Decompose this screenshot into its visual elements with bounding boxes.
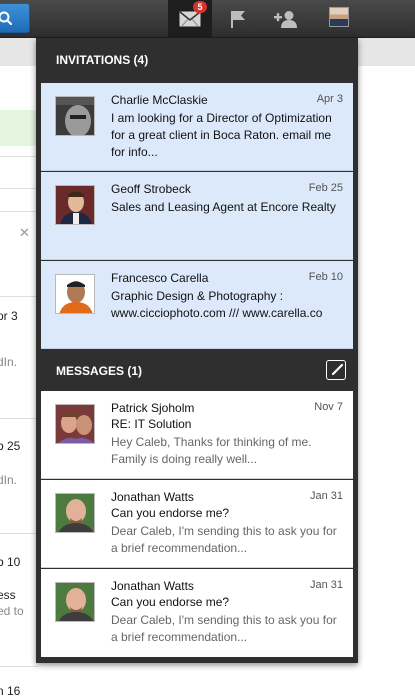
divider: [0, 418, 38, 419]
avatar: [55, 96, 95, 136]
avatar: [55, 185, 95, 225]
divider: [0, 211, 38, 212]
nav-messages[interactable]: 5: [168, 0, 212, 37]
messages-list: Patrick Sjoholm Nov 7 RE: IT Solution He…: [41, 391, 353, 657]
item-date: Jan 31: [309, 579, 343, 591]
message-snippet: Hey Caleb, Thanks for thinking of me. Fa…: [111, 435, 312, 466]
sender-name: Jonathan Watts: [111, 579, 194, 593]
search-button[interactable]: [0, 3, 30, 33]
message-snippet: Dear Caleb, I'm sending this to ask you …: [111, 524, 337, 555]
item-date: Feb 10: [308, 271, 343, 283]
item-date: Nov 7: [314, 401, 343, 413]
invitation-text: Sales and Leasing Agent at Encore Realty: [111, 200, 336, 214]
avatar: [55, 493, 95, 533]
close-icon[interactable]: ✕: [19, 225, 30, 241]
sender-name: Geoff Strobeck: [111, 182, 191, 196]
invitation-item[interactable]: Charlie McClaskie Apr 3 I am looking for…: [41, 83, 353, 171]
item-date: Jan 31: [309, 490, 343, 502]
background-date: n 16: [0, 684, 21, 698]
message-subject: RE: IT Solution: [111, 417, 192, 431]
message-item[interactable]: Jonathan Watts Jan 31 Can you endorse me…: [41, 569, 353, 657]
sender-name: Jonathan Watts: [111, 490, 194, 504]
messages-header: MESSAGES (1): [36, 349, 358, 393]
profile-avatar[interactable]: [329, 7, 349, 27]
invitation-item[interactable]: Geoff Strobeck Feb 25 Sales and Leasing …: [41, 172, 353, 260]
invitation-item[interactable]: Francesco Carella Feb 10 Graphic Design …: [41, 261, 353, 349]
message-item[interactable]: Jonathan Watts Jan 31 Can you endorse me…: [41, 480, 353, 568]
divider: [0, 188, 38, 189]
avatar: [55, 404, 95, 444]
compose-icon: [331, 363, 344, 376]
divider: [0, 666, 38, 667]
divider: [0, 533, 38, 534]
invitation-text: I am looking for a Director of Optimizat…: [111, 111, 332, 159]
sender-name: Francesco Carella: [111, 271, 209, 285]
invitations-header: INVITATIONS (4): [36, 38, 358, 82]
invitations-title: INVITATIONS (4): [56, 53, 149, 67]
background-text: dIn.: [0, 355, 18, 369]
avatar: [55, 582, 95, 622]
background-text: ed to: [0, 604, 24, 618]
sender-name: Patrick Sjoholm: [111, 401, 195, 415]
background-text: ess: [0, 588, 16, 602]
add-connection-icon: [274, 10, 297, 28]
divider: [0, 296, 38, 297]
background-date: b 10: [0, 555, 21, 569]
message-snippet: Dear Caleb, I'm sending this to ask you …: [111, 613, 337, 644]
invitation-text: Graphic Design & Photography : www.cicci…: [111, 289, 323, 320]
messages-title: MESSAGES (1): [56, 364, 143, 378]
top-navigation-bar: 5: [0, 0, 415, 38]
background-text: dIn.: [0, 473, 18, 487]
background-date: b 25: [0, 439, 21, 453]
compose-message-button[interactable]: [326, 360, 346, 380]
flag-icon: [231, 10, 245, 28]
nav-notifications[interactable]: [216, 0, 260, 37]
nav-add-connections[interactable]: [264, 0, 308, 37]
messages-count-badge: 5: [193, 1, 207, 13]
avatar: [55, 274, 95, 314]
background-notice: [0, 110, 40, 146]
message-item[interactable]: Patrick Sjoholm Nov 7 RE: IT Solution He…: [41, 391, 353, 479]
divider: [0, 156, 38, 157]
sender-name: Charlie McClaskie: [111, 93, 208, 107]
message-subject: Can you endorse me?: [111, 595, 230, 609]
background-date: pr 3: [0, 309, 18, 323]
message-subject: Can you endorse me?: [111, 506, 230, 520]
item-date: Apr 3: [316, 93, 343, 105]
search-icon: [0, 11, 13, 25]
messages-dropdown: INVITATIONS (4) Charlie McClaskie Apr 3 …: [36, 38, 358, 663]
item-date: Feb 25: [308, 182, 343, 194]
invitations-list: Charlie McClaskie Apr 3 I am looking for…: [41, 83, 353, 350]
